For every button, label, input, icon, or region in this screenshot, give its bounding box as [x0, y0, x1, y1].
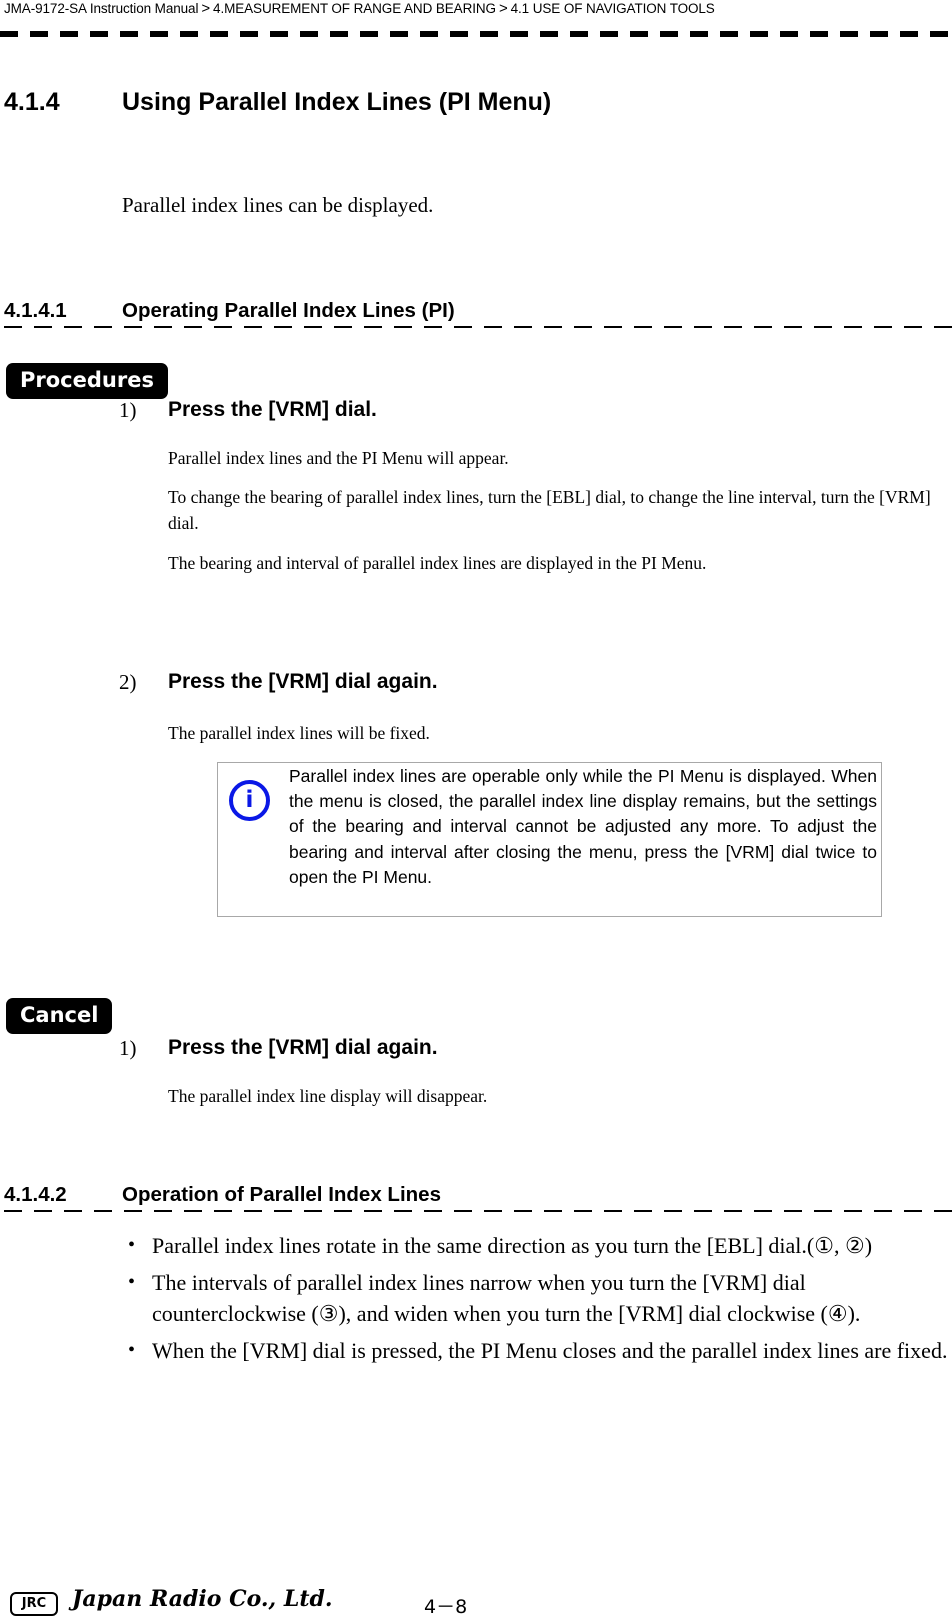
step-title: Press the [VRM] dial again. [168, 670, 438, 693]
info-icon: i [229, 780, 270, 821]
breadcrumb: JMA-9172-SA Instruction Manual >4.MEASURE… [4, 0, 715, 17]
header-divider [0, 31, 952, 37]
company-name-logo: Japan Radio Co., Ltd. [72, 1586, 333, 1612]
page-number: 4－8 [424, 1596, 468, 1618]
subsection-number: 4.1.4.1 [4, 299, 67, 322]
step-paragraph: Parallel index lines and the PI Menu wil… [168, 448, 509, 468]
breadcrumb-section: 4.1 USE OF NAVIGATION TOOLS [510, 1, 715, 16]
step-title: Press the [VRM] dial. [168, 398, 377, 421]
breadcrumb-separator: > [201, 0, 211, 17]
bullet-list: • Parallel index lines rotate in the sam… [128, 1230, 948, 1372]
subsection-divider [4, 1210, 952, 1212]
cancel-tag: Cancel [6, 998, 113, 1034]
step-paragraph: The parallel index line display will dis… [168, 1086, 488, 1106]
step-title: Press the [VRM] dial again. [168, 1036, 438, 1059]
bullet-icon: • [128, 1234, 136, 1256]
step-paragraph: The parallel index lines will be fixed. [168, 723, 430, 743]
step-number: 1) [119, 1036, 137, 1060]
list-item-text: The intervals of parallel index lines na… [152, 1270, 861, 1326]
section-number: 4.1.4 [4, 88, 60, 116]
jrc-logo: JRC [10, 1592, 58, 1616]
step-paragraph: The bearing and interval of parallel ind… [168, 553, 707, 573]
breadcrumb-manual: JMA-9172-SA Instruction Manual [4, 1, 199, 16]
step-number: 1) [119, 398, 137, 422]
section-intro: Parallel index lines can be displayed. [122, 193, 434, 217]
subsection-title: 4.1.4.2 Operation of Parallel Index Lines [4, 1183, 441, 1207]
subsection-title-text: Operation of Parallel Index Lines [122, 1183, 441, 1206]
breadcrumb-separator: > [498, 0, 508, 17]
subsection-title: 4.1.4.1 Operating Parallel Index Lines (P… [4, 299, 455, 323]
section-title: 4.1.4 Using Parallel Index Lines (PI Menu… [4, 88, 551, 117]
list-item: • Parallel index lines rotate in the sam… [128, 1230, 948, 1261]
section-title-text: Using Parallel Index Lines (PI Menu) [122, 88, 552, 116]
list-item: • When the [VRM] dial is pressed, the PI… [128, 1335, 948, 1366]
list-item-text: Parallel index lines rotate in the same … [152, 1233, 873, 1258]
bullet-icon: • [128, 1339, 136, 1361]
subsection-divider [4, 326, 952, 328]
subsection-number: 4.1.4.2 [4, 1183, 67, 1206]
bullet-icon: • [128, 1271, 136, 1293]
subsection-title-text: Operating Parallel Index Lines (PI) [122, 299, 455, 322]
breadcrumb-chapter: 4.MEASUREMENT OF RANGE AND BEARING [213, 1, 496, 16]
procedures-tag: Procedures [6, 363, 168, 399]
step-number: 2) [119, 670, 137, 694]
list-item: • The intervals of parallel index lines … [128, 1267, 948, 1329]
list-item-text: When the [VRM] dial is pressed, the PI M… [152, 1338, 948, 1363]
info-note-text: Parallel index lines are operable only w… [289, 766, 877, 887]
step-paragraph: To change the bearing of parallel index … [168, 487, 931, 533]
